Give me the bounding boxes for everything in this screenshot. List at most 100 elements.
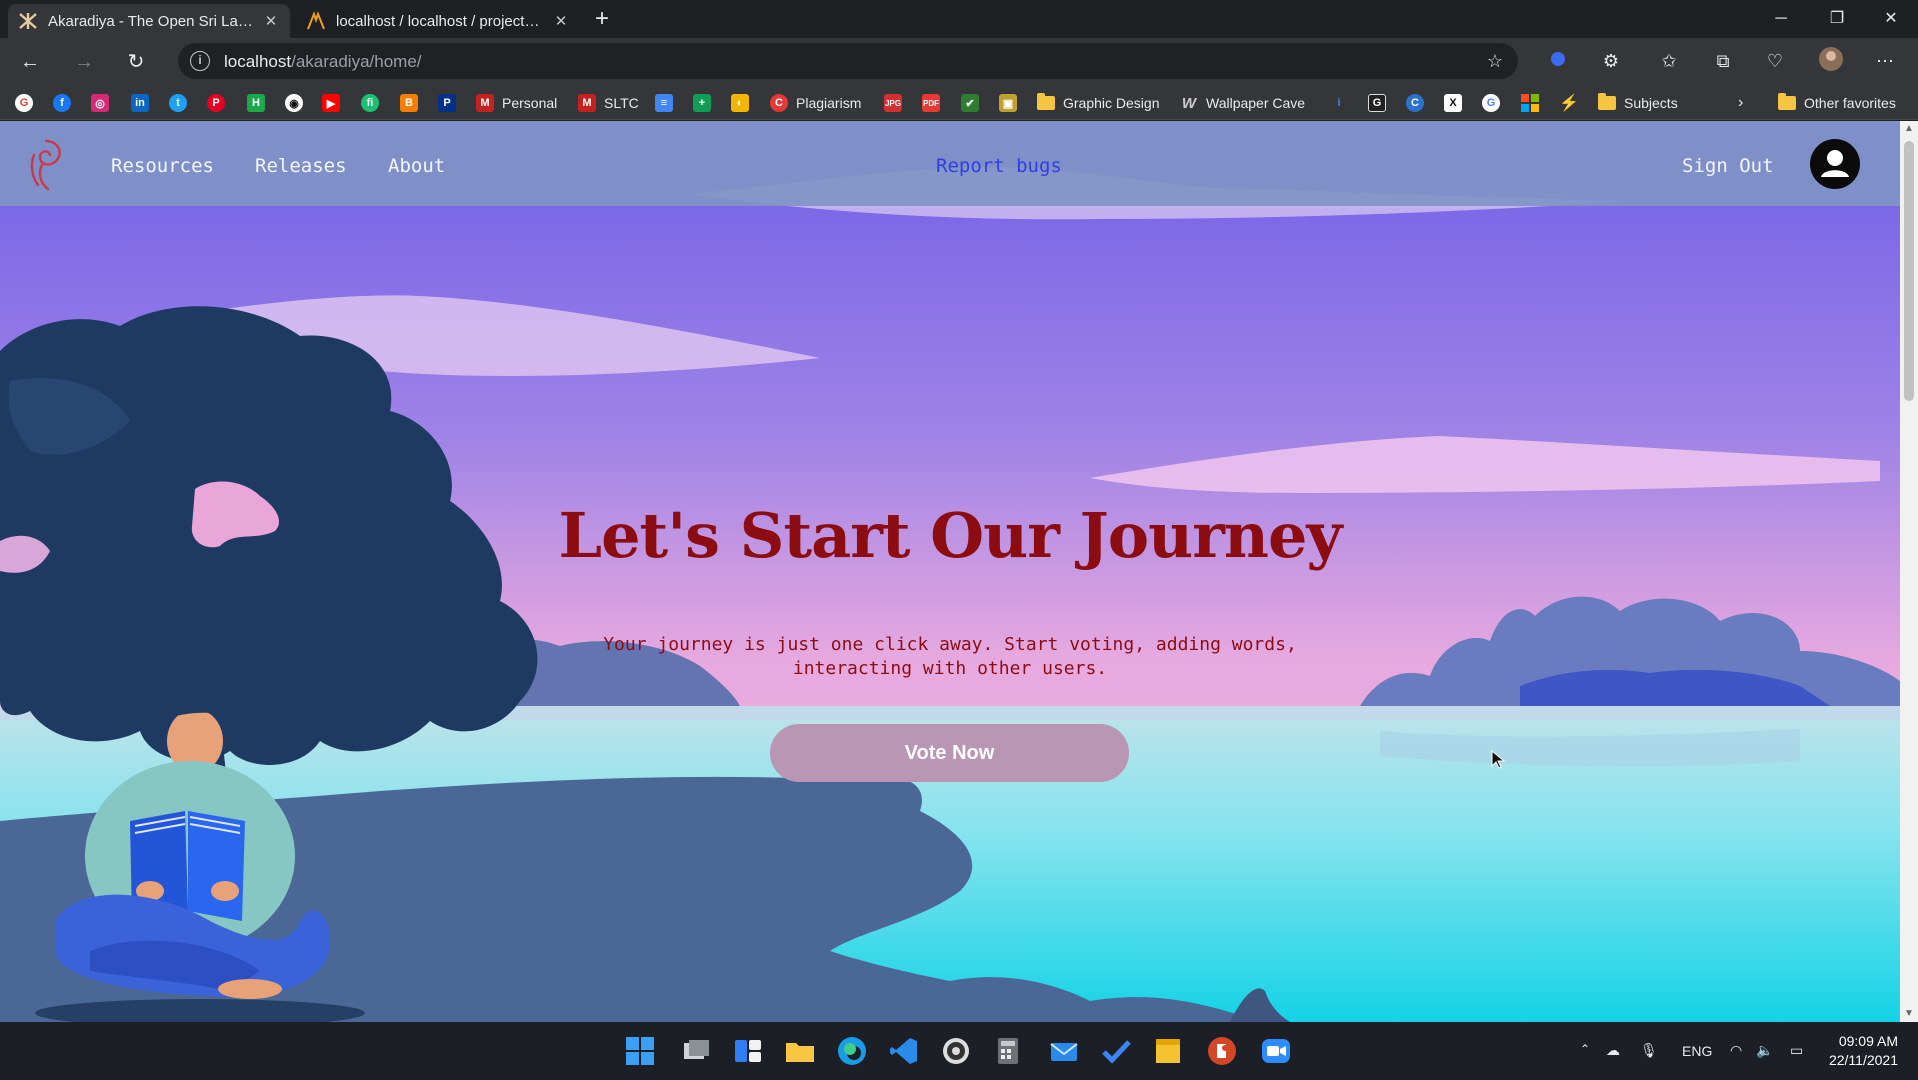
add-favorite-icon[interactable]: ☆ — [1480, 46, 1510, 76]
reload-icon[interactable]: ↻ — [120, 46, 152, 78]
folder-icon — [1598, 93, 1616, 110]
new-tab-button[interactable]: + — [588, 6, 616, 34]
show-hidden-icons-icon[interactable]: ⌃ — [1580, 1042, 1590, 1056]
scroll-up-icon[interactable]: ▲ — [1900, 121, 1918, 137]
zoom-icon[interactable] — [1260, 1035, 1292, 1067]
bookmark-subjects[interactable]: Subjects — [1598, 92, 1678, 114]
bookmark-sltc[interactable]: M SLTC — [578, 92, 639, 114]
vscode-icon[interactable] — [888, 1035, 920, 1067]
facebook-bookmark-icon[interactable]: f — [53, 92, 71, 114]
tab-phpmyadmin[interactable]: localhost / localhost / project_ak ✕ — [296, 4, 580, 38]
file-explorer-icon[interactable] — [784, 1035, 816, 1067]
phpmyadmin-favicon-icon — [306, 11, 326, 31]
obs-icon[interactable] — [940, 1035, 972, 1067]
bookmark-graphic-design[interactable]: Graphic Design — [1037, 92, 1160, 114]
bookmark-other-favorites[interactable]: Other favorites — [1778, 92, 1896, 114]
wifi-icon[interactable]: ◠ — [1730, 1042, 1742, 1059]
plagiarism-icon: C — [770, 94, 788, 112]
folder-icon — [1778, 93, 1796, 110]
bookmark-plagiarism[interactable]: C Plagiarism — [770, 92, 861, 114]
back-icon[interactable]: ← — [14, 46, 46, 78]
powerpoint-icon[interactable] — [1206, 1035, 1238, 1067]
favorites-icon[interactable]: ✩ — [1654, 46, 1684, 76]
tab-title: localhost / localhost / project_ak — [336, 12, 544, 30]
coursera-bookmark-icon[interactable]: C — [1406, 92, 1424, 114]
close-tab-icon[interactable]: ✕ — [262, 12, 280, 30]
akaradiya-favicon-icon — [18, 11, 38, 31]
paypal-bookmark-icon[interactable]: P — [438, 92, 456, 114]
google-bookmark-icon[interactable]: G — [15, 92, 33, 114]
bookmark-wallpaper-cave[interactable]: W Wallpaper Cave — [1180, 92, 1305, 114]
fiverr-bookmark-icon[interactable]: fi — [361, 92, 379, 114]
microsoft-bookmark-icon[interactable] — [1521, 92, 1539, 114]
youtube-bookmark-icon[interactable]: ▶ — [322, 92, 340, 114]
sign-out-link[interactable]: Sign Out — [1682, 155, 1774, 177]
info-bookmark-icon[interactable]: i — [1330, 92, 1348, 114]
onedrive-icon[interactable]: ☁ — [1606, 1042, 1620, 1059]
pinterest-bookmark-icon[interactable]: P — [207, 92, 225, 114]
calculator-icon[interactable] — [992, 1035, 1024, 1067]
sticky-notes-icon[interactable] — [1152, 1035, 1184, 1067]
profile-avatar-icon[interactable] — [1816, 46, 1846, 76]
gmail-icon: M — [578, 94, 596, 112]
close-window-icon[interactable]: ✕ — [1864, 0, 1918, 38]
nav-resources[interactable]: Resources — [111, 155, 214, 177]
blogger-bookmark-icon[interactable]: B — [400, 92, 418, 114]
checkmark-bookmark-icon[interactable]: ✔ — [961, 92, 979, 114]
vote-now-button[interactable]: Vote Now — [770, 724, 1129, 782]
akaradiya-logo-icon[interactable] — [24, 135, 68, 193]
extension-blue-icon[interactable] — [1543, 46, 1573, 76]
windows-start-icon[interactable] — [624, 1035, 656, 1067]
extensions-icon[interactable]: ⚙ — [1596, 46, 1626, 76]
more-menu-icon[interactable]: ⋯ — [1870, 46, 1900, 76]
twitter-bookmark-icon[interactable]: t — [169, 92, 187, 114]
close-tab-icon[interactable]: ✕ — [552, 12, 570, 30]
goodreads-bookmark-icon[interactable]: G — [1368, 92, 1386, 114]
collections-icon[interactable]: ⧉ — [1708, 46, 1738, 76]
page-scrollbar[interactable]: ▲ ▼ — [1900, 121, 1918, 1022]
jpg-to-pdf-bookmark-icon[interactable]: JPG — [884, 92, 902, 114]
scrollbar-thumb[interactable] — [1904, 141, 1914, 401]
image-bookmark-icon[interactable]: ▣ — [999, 92, 1017, 114]
gmail-icon: M — [476, 94, 494, 112]
google-keep-bookmark-icon[interactable]: ◐ — [731, 92, 749, 114]
language-indicator[interactable]: ENG — [1682, 1043, 1712, 1059]
forward-icon[interactable]: → — [68, 46, 100, 78]
browser-essentials-icon[interactable]: ♡ — [1760, 46, 1790, 76]
microphone-icon[interactable]: 🎙 — [1640, 1042, 1658, 1059]
restore-icon[interactable]: ❐ — [1810, 0, 1864, 38]
widgets-icon[interactable] — [732, 1035, 764, 1067]
hackerrank-bookmark-icon[interactable]: H — [247, 92, 265, 114]
system-clock[interactable]: 09:09 AM 22/11/2021 — [1820, 1032, 1898, 1070]
tab-akaradiya[interactable]: Akaradiya - The Open Sri Lankan ✕ — [8, 4, 290, 38]
volume-icon[interactable]: 🔈 — [1756, 1042, 1773, 1059]
lightning-bookmark-icon[interactable]: ⚡ — [1559, 92, 1579, 114]
instagram-bookmark-icon[interactable]: ◎ — [91, 92, 109, 114]
google-bookmark-icon[interactable]: G — [1482, 92, 1500, 114]
google-sheets-bookmark-icon[interactable]: + — [693, 92, 711, 114]
github-bookmark-icon[interactable]: ◉ — [285, 92, 303, 114]
nav-about[interactable]: About — [388, 155, 445, 177]
edge-browser-icon[interactable] — [836, 1035, 868, 1067]
task-view-icon[interactable] — [680, 1035, 712, 1067]
tab-title: Akaradiya - The Open Sri Lankan — [48, 12, 254, 30]
minimize-icon[interactable]: ─ — [1754, 0, 1808, 38]
hero-title: Let's Start Our Journey — [558, 499, 1343, 572]
more-bookmarks-chevron-icon[interactable]: › — [1738, 92, 1743, 114]
address-bar[interactable]: i localhost/akaradiya/home/ ☆ — [178, 43, 1518, 79]
site-info-icon[interactable]: i — [190, 51, 210, 71]
user-avatar-icon[interactable] — [1810, 139, 1860, 189]
nav-report-bugs[interactable]: Report bugs — [936, 155, 1062, 177]
todo-icon[interactable] — [1100, 1035, 1132, 1067]
scroll-down-icon[interactable]: ▼ — [1900, 1006, 1918, 1022]
mail-icon[interactable] — [1048, 1035, 1080, 1067]
bookmark-personal[interactable]: M Personal — [476, 92, 557, 114]
battery-icon[interactable]: ▭ — [1790, 1042, 1803, 1059]
url-text[interactable]: localhost/akaradiya/home/ — [224, 52, 422, 72]
google-docs-bookmark-icon[interactable]: ≡ — [655, 92, 673, 114]
site-navbar: Resources Releases About Report bugs Sig… — [0, 121, 1900, 206]
pdf-bookmark-icon[interactable]: PDF — [922, 92, 940, 114]
linkedin-bookmark-icon[interactable]: in — [131, 92, 149, 114]
nav-releases[interactable]: Releases — [255, 155, 347, 177]
x-bookmark-icon[interactable]: X — [1444, 92, 1462, 114]
